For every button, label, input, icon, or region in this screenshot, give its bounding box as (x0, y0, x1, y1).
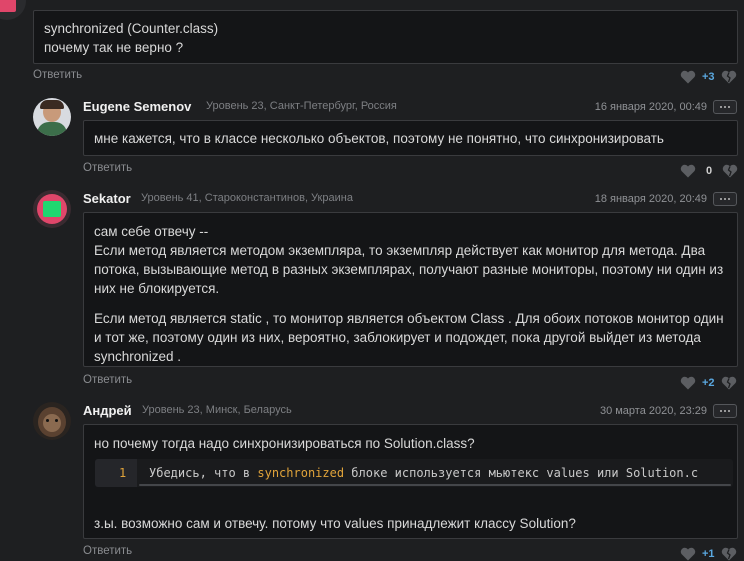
avatar-andrey[interactable] (33, 402, 71, 440)
comment-line: synchronized (Counter.class) (44, 21, 219, 36)
avatar-eugene[interactable] (33, 98, 71, 136)
heart-icon[interactable] (680, 376, 696, 390)
vote-block: +3 (680, 70, 737, 84)
vote-count: 0 (706, 165, 713, 177)
reply-link[interactable]: Ответить (83, 545, 132, 557)
comment-text: Если метод является static , то монитор … (94, 311, 724, 364)
heart-icon[interactable] (680, 164, 696, 178)
author-name[interactable]: Андрей (83, 403, 132, 418)
code-snippet: 1 Убедись, что в synchronized блоке испо… (95, 459, 733, 487)
comment-text: мне кажется, что в классе несколько объе… (94, 131, 664, 146)
avatar-top[interactable] (0, 0, 26, 20)
avatar-sekator[interactable] (33, 190, 71, 228)
author-meta: Уровень 23, Минск, Беларусь (142, 404, 292, 416)
vote-block: +1 (680, 547, 737, 561)
more-options-button[interactable] (713, 100, 737, 114)
comment-body: мне кажется, что в классе несколько объе… (83, 120, 738, 156)
comment-text: сам себе отвечу -- (94, 224, 209, 239)
comment-date: 30 марта 2020, 23:29 (599, 405, 707, 417)
code-scrollbar[interactable] (139, 484, 731, 486)
reply-link[interactable]: Ответить (83, 374, 132, 386)
code-text: Убедись, что в synchronized блоке исполь… (149, 466, 698, 480)
comment-body: сам себе отвечу -- Если метод является м… (83, 212, 738, 367)
heart-icon[interactable] (680, 547, 696, 561)
author-name[interactable]: Sekator (83, 191, 131, 206)
comment-line: почему так не верно ? (44, 40, 184, 55)
comment-text: з.ы. возможно сам и отвечу. потому что v… (94, 516, 576, 531)
vote-count: +3 (702, 71, 715, 83)
top-comment-body: synchronized (Counter.class) почему так … (33, 10, 738, 64)
heart-broken-icon[interactable] (722, 164, 738, 178)
comment-text: Если метод является методом экземпляра, … (94, 243, 724, 296)
heart-icon[interactable] (680, 70, 696, 84)
author-name[interactable]: Eugene Semenov (83, 99, 191, 114)
more-options-button[interactable] (713, 192, 737, 206)
code-line-number: 1 (119, 466, 127, 480)
code-plain: блоке используется мьютекс values или So… (344, 466, 699, 480)
reply-link[interactable]: Ответить (33, 69, 82, 81)
vote-block: +2 (680, 376, 737, 390)
vote-block: 0 (680, 164, 738, 178)
vote-count: +1 (702, 548, 715, 560)
author-meta: Уровень 23, Санкт-Петербург, Россия (206, 100, 397, 112)
heart-broken-icon[interactable] (721, 70, 737, 84)
comment-date: 16 января 2020, 00:49 (594, 101, 707, 113)
comment-text: но почему тогда надо синхронизироваться … (94, 436, 475, 451)
code-gutter (95, 459, 137, 487)
reply-link[interactable]: Ответить (83, 162, 132, 174)
vote-count: +2 (702, 377, 715, 389)
more-options-button[interactable] (713, 404, 737, 418)
heart-broken-icon[interactable] (721, 376, 737, 390)
heart-broken-icon[interactable] (721, 547, 737, 561)
code-keyword: synchronized (257, 466, 345, 480)
author-meta: Уровень 41, Староконстантинов, Украина (141, 192, 353, 204)
code-plain: Убедись, что в (149, 466, 258, 480)
comment-date: 18 января 2020, 20:49 (594, 193, 707, 205)
